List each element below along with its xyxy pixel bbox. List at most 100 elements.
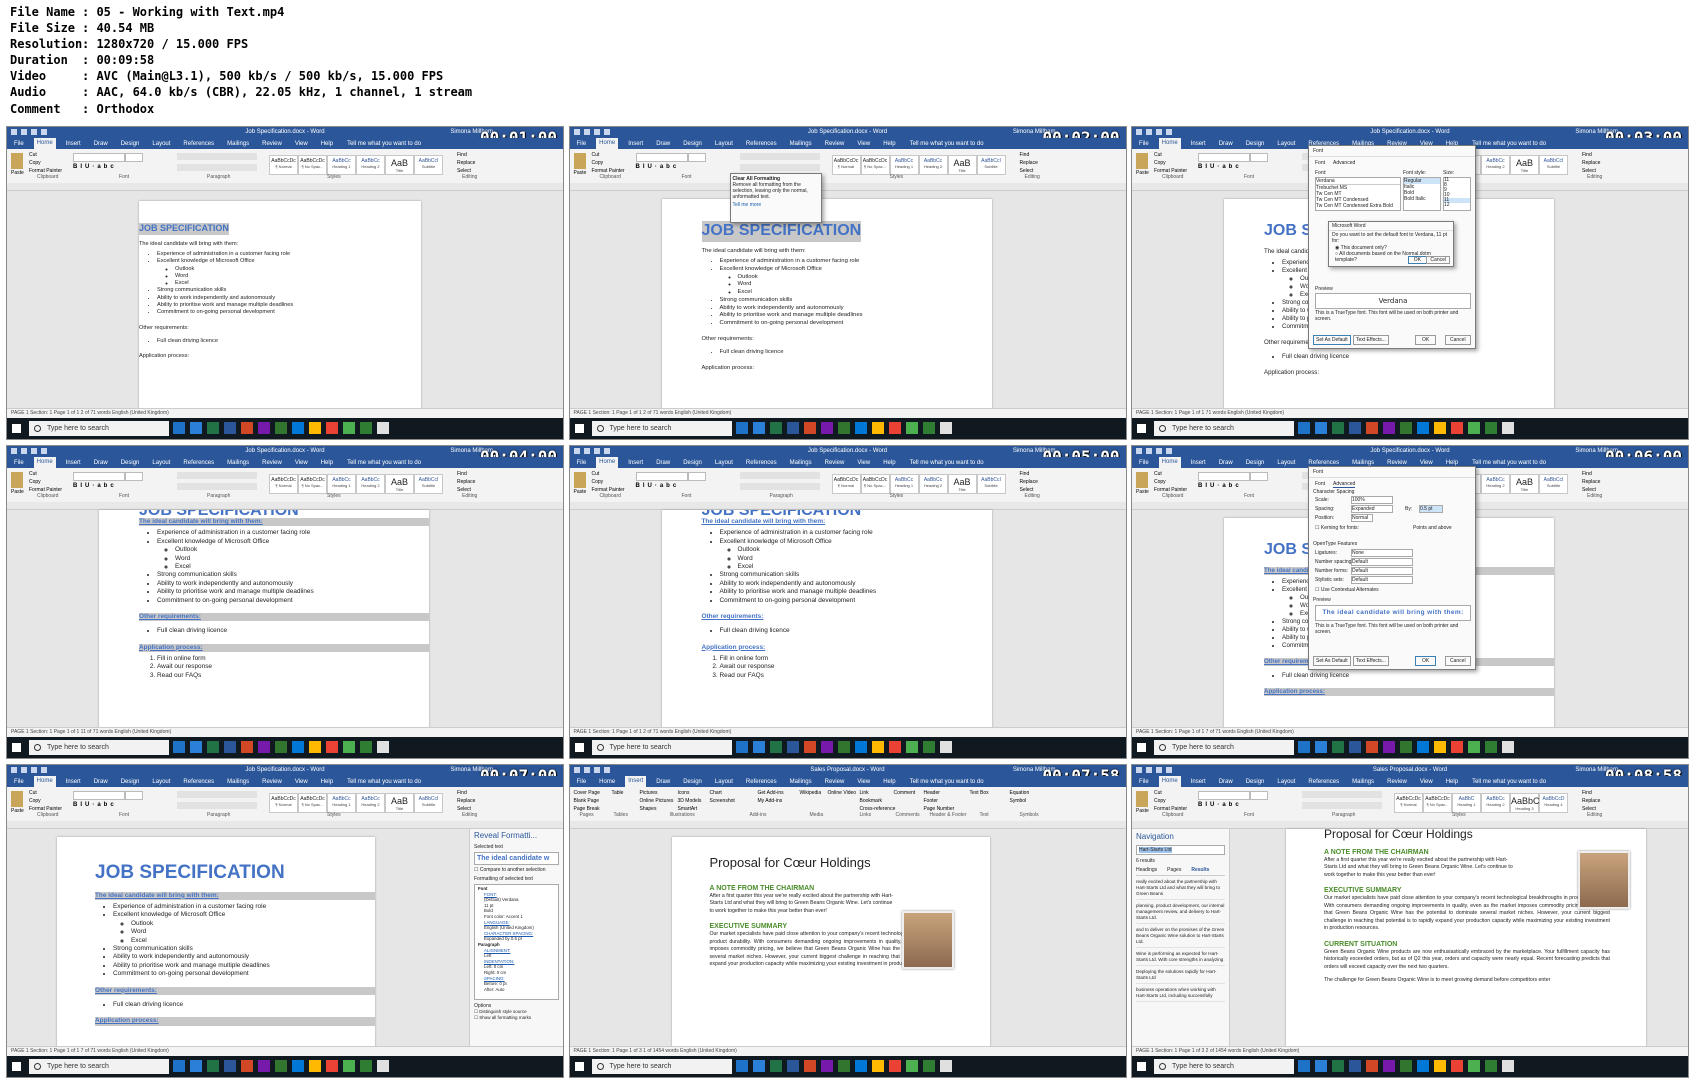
tab-help[interactable]: Help <box>880 779 898 785</box>
tell-me-search[interactable]: Tell me what you want to do <box>347 460 421 466</box>
font-name-box[interactable] <box>73 472 125 481</box>
alignment-buttons[interactable] <box>1302 802 1382 809</box>
taskbar-app-icon[interactable] <box>224 422 236 434</box>
style-gallery-item[interactable]: AaBbCcI Subtitle <box>1539 155 1568 175</box>
tab-design[interactable]: Design <box>1243 779 1268 785</box>
tell-me-search[interactable]: Tell me what you want to do <box>347 779 421 785</box>
tab-home[interactable]: Home <box>1158 138 1181 149</box>
search-result[interactable]: Wine is performing as expected for Hart-… <box>1136 951 1225 966</box>
font-format-buttons[interactable]: BIU·abc <box>1198 802 1242 808</box>
tab-references[interactable]: References <box>743 779 780 785</box>
field-select[interactable]: Default <box>1351 576 1413 584</box>
editing-0[interactable]: Find <box>457 790 467 796</box>
editing-0[interactable]: Find <box>1020 152 1030 158</box>
tab-font[interactable]: Font <box>1315 160 1325 166</box>
paragraph-buttons[interactable] <box>177 153 257 160</box>
tab-home[interactable]: Home <box>596 457 619 468</box>
tell-me-search[interactable]: Tell me what you want to do <box>910 460 984 466</box>
style-gallery-item[interactable]: AaBbCc Heading 2 <box>356 474 385 494</box>
ruler[interactable] <box>569 183 1126 191</box>
taskbar-app-icon[interactable] <box>292 741 304 753</box>
taskbar-app-icon[interactable] <box>275 741 287 753</box>
clipboard-0[interactable]: Cut <box>1154 471 1162 477</box>
taskbar-app-icon[interactable] <box>803 422 816 434</box>
tab-design[interactable]: Design <box>680 141 705 147</box>
editing-1[interactable]: Replace <box>457 479 475 485</box>
style-gallery-item[interactable]: AaBbCcHeading 1 <box>327 474 356 494</box>
nav-tab[interactable]: Results <box>1191 867 1209 873</box>
style-gallery-item[interactable]: AaB Title <box>385 155 414 175</box>
font-name-box[interactable] <box>73 153 125 162</box>
taskbar-app-icon[interactable] <box>1451 1060 1463 1072</box>
tab-help[interactable]: Help <box>1443 460 1461 466</box>
nav-tab[interactable]: Headings <box>1136 867 1157 873</box>
nav-search-input[interactable]: Hart-Starts Ltd <box>1136 845 1225 855</box>
ok-button[interactable]: OK <box>1415 335 1437 345</box>
tab-view[interactable]: View <box>1417 460 1436 466</box>
font-size-box[interactable] <box>1250 472 1268 481</box>
font-name-box[interactable] <box>1198 472 1250 481</box>
style-gallery-item[interactable]: AaBbCc Heading 2 <box>1481 793 1510 813</box>
tab-review[interactable]: Review <box>259 141 285 147</box>
taskbar-app-icon[interactable] <box>1451 741 1463 753</box>
tab-design[interactable]: Design <box>118 141 143 147</box>
taskbar-app-icon[interactable] <box>854 741 867 753</box>
style-gallery-item[interactable]: AaB Title <box>1510 474 1539 494</box>
style-gallery-item[interactable]: AaBbCcDc¶ No Spac... <box>298 793 327 813</box>
taskbar-app-icon[interactable] <box>1332 741 1344 753</box>
document-page[interactable]: JOB SPECIFICATIONThe ideal candidate wil… <box>99 510 429 750</box>
tab-review[interactable]: Review <box>1384 779 1410 785</box>
clipboard-1[interactable]: Copy <box>1154 479 1166 485</box>
paste-label[interactable]: Paste <box>11 170 24 176</box>
tab-insert[interactable]: Insert <box>625 141 646 147</box>
taskbar-app-icon[interactable] <box>769 422 782 434</box>
editing-1[interactable]: Replace <box>1582 798 1600 804</box>
taskbar-app-icon[interactable] <box>326 741 338 753</box>
style-gallery-item[interactable]: AaBbCcDc¶ Normal <box>269 474 298 494</box>
editing-1[interactable]: Replace <box>1582 479 1600 485</box>
tab-file[interactable]: File <box>1136 141 1152 147</box>
windows-start-icon[interactable] <box>1137 1062 1146 1071</box>
insert-command[interactable]: 3D Models <box>678 798 702 804</box>
taskbar-app-icon[interactable] <box>871 422 884 434</box>
tab-review[interactable]: Review <box>259 779 285 785</box>
taskbar-app-icon[interactable] <box>1502 741 1514 753</box>
style-gallery-item[interactable]: AaBbCcHeading 1 <box>327 793 356 813</box>
taskbar-app-icon[interactable] <box>309 1060 321 1072</box>
taskbar-app-icon[interactable] <box>1468 422 1480 434</box>
paste-label[interactable]: Paste <box>1136 489 1149 495</box>
insert-command[interactable]: Get Add-ins <box>758 790 784 796</box>
search-result[interactable]: Deploying the solutions rapidly for Hart… <box>1136 969 1225 984</box>
taskbar-app-icon[interactable] <box>939 1060 952 1072</box>
taskbar-app-icon[interactable] <box>1434 422 1446 434</box>
paragraph-buttons[interactable] <box>739 153 820 160</box>
font-size-box[interactable] <box>125 153 143 162</box>
taskbar-app-icon[interactable] <box>1298 741 1310 753</box>
taskbar-app-icon[interactable] <box>1349 741 1361 753</box>
taskbar-app-icon[interactable] <box>1366 1060 1378 1072</box>
tell-me-search[interactable]: Tell me what you want to do <box>1472 141 1546 147</box>
taskbar-app-icon[interactable] <box>1502 1060 1514 1072</box>
font-option[interactable]: Verdana <box>1316 178 1400 185</box>
taskbar-app-icon[interactable] <box>190 1060 202 1072</box>
tab-draw[interactable]: Draw <box>91 460 111 466</box>
editing-0[interactable]: Find <box>457 471 467 477</box>
taskbar-app-icon[interactable] <box>1383 741 1395 753</box>
taskbar-app-icon[interactable] <box>326 422 338 434</box>
paste-icon[interactable] <box>1136 472 1148 488</box>
font-format-buttons[interactable]: BIU·abc <box>636 483 680 489</box>
taskbar-app-icon[interactable] <box>803 1060 816 1072</box>
font-size-list[interactable]: 11 8 9 10 11 12 <box>1443 177 1471 211</box>
clipboard-0[interactable]: Cut <box>29 152 37 158</box>
clipboard-0[interactable]: Cut <box>29 790 37 796</box>
taskbar-app-icon[interactable] <box>752 1060 765 1072</box>
taskbar-app-icon[interactable] <box>309 422 321 434</box>
taskbar-search[interactable]: Type here to search <box>591 421 732 436</box>
font-size-box[interactable] <box>687 472 706 481</box>
tab-references[interactable]: References <box>1305 779 1342 785</box>
editing-0[interactable]: Find <box>1020 471 1030 477</box>
document-page[interactable]: JOB SPECIFICATIONThe ideal candidate wil… <box>57 837 375 1062</box>
alignment-buttons[interactable] <box>739 164 820 171</box>
clipboard-1[interactable]: Copy <box>592 479 604 485</box>
style-gallery-item[interactable]: AaBbCcDc¶ Normal <box>831 155 861 175</box>
